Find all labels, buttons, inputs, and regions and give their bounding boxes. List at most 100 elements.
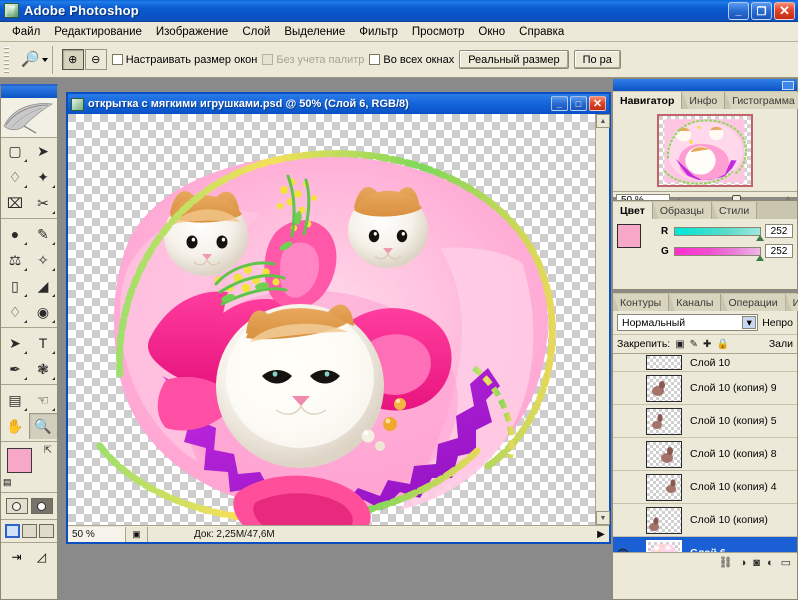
- table-row[interactable]: Слой 10 (копия): [613, 504, 797, 537]
- layers-list[interactable]: Слой 10 Слой 10 (копия) 9 Слой 10 (копия…: [613, 354, 797, 552]
- slice-tool-icon[interactable]: ✂: [29, 190, 57, 216]
- layer-name[interactable]: Слой 10 (копия) 9: [682, 382, 777, 394]
- standard-mode-icon[interactable]: [5, 498, 28, 514]
- options-bar-grip[interactable]: [4, 46, 9, 73]
- tab-info[interactable]: Инфо: [682, 92, 726, 109]
- foreground-color-swatch[interactable]: [7, 448, 32, 473]
- document-restore-button[interactable]: □: [570, 96, 587, 111]
- navigator-thumbnail-area[interactable]: [613, 109, 797, 191]
- document-minimize-button[interactable]: _: [551, 96, 568, 111]
- hand-tool-icon[interactable]: ✋: [1, 413, 29, 439]
- chevron-down-icon[interactable]: ▾: [742, 316, 757, 329]
- rectangular-marquee-tool-icon[interactable]: ▢: [1, 138, 29, 164]
- default-colors-icon[interactable]: ▤: [3, 477, 12, 488]
- zoom-level-field[interactable]: 50 %: [68, 526, 126, 542]
- menu-image[interactable]: Изображение: [149, 24, 235, 40]
- tab-styles[interactable]: Стили: [711, 202, 758, 219]
- tab-channels[interactable]: Каналы: [669, 294, 722, 311]
- tab-navigator[interactable]: Навигатор: [613, 92, 683, 109]
- notes-tool-icon[interactable]: ▤: [1, 387, 29, 413]
- layer-name[interactable]: Слой 10 (копия) 8: [682, 448, 777, 460]
- table-row[interactable]: Слой 10 (копия) 5: [613, 405, 797, 438]
- zoom-tool-icon[interactable]: 🔍: [29, 413, 57, 439]
- layer-thumbnail[interactable]: [646, 506, 682, 534]
- layer-mask-button[interactable]: ◙: [753, 557, 760, 569]
- channel-value-r[interactable]: 252: [765, 224, 793, 238]
- layer-thumbnail[interactable]: [646, 355, 682, 370]
- table-row[interactable]: Слой 10 (копия) 9: [613, 372, 797, 405]
- checkbox-box[interactable]: [111, 54, 123, 65]
- lock-image-pixels-icon[interactable]: ✎: [690, 339, 698, 350]
- color-foreground-swatch[interactable]: [617, 224, 641, 248]
- layer-name[interactable]: Слой 10 (копия) 4: [682, 481, 777, 493]
- type-tool-icon[interactable]: T: [29, 330, 57, 356]
- layer-name[interactable]: Слой 10 (копия): [682, 514, 768, 526]
- layer-name[interactable]: Слой 10 (копия) 5: [682, 415, 777, 427]
- brush-tool-icon[interactable]: ✎: [29, 221, 57, 247]
- menu-edit[interactable]: Редактирование: [47, 24, 149, 40]
- magic-wand-tool-icon[interactable]: ✦: [29, 164, 57, 190]
- new-group-button[interactable]: ▭: [781, 556, 791, 569]
- channel-value-g[interactable]: 252: [765, 244, 793, 258]
- scroll-down-icon[interactable]: ▼: [596, 511, 610, 525]
- scroll-up-icon[interactable]: ▲: [596, 114, 610, 128]
- tab-histogram[interactable]: Гистограмма: [725, 92, 798, 109]
- blur-tool-icon[interactable]: ♢: [1, 299, 29, 325]
- blend-mode-select[interactable]: Нормальный ▾: [617, 314, 759, 331]
- table-row[interactable]: Слой 10: [613, 354, 797, 372]
- chevron-down-icon[interactable]: [41, 57, 48, 62]
- restore-button[interactable]: ❐: [751, 2, 772, 20]
- swap-colors-icon[interactable]: ⇱: [44, 445, 52, 456]
- menu-window[interactable]: Окно: [471, 24, 512, 40]
- table-row[interactable]: 👁 Слой 6: [613, 537, 797, 552]
- play-arrow-icon[interactable]: ▶: [593, 529, 609, 540]
- adjustment-layer-button[interactable]: ◐: [767, 557, 774, 569]
- proof-icon[interactable]: ▣: [126, 526, 148, 542]
- quick-mask-mode-icon[interactable]: [30, 498, 53, 514]
- checkbox-resize-windows[interactable]: Настраивать размер окон: [111, 54, 257, 66]
- checkbox-box[interactable]: [369, 54, 381, 65]
- channel-slider-r[interactable]: [674, 226, 764, 241]
- navigator-palette-titlebar[interactable]: [613, 79, 797, 91]
- close-button[interactable]: ✕: [774, 2, 795, 20]
- document-titlebar[interactable]: открытка с мягкими игрушками.psd @ 50% (…: [68, 94, 609, 114]
- tab-paths[interactable]: Контуры: [613, 294, 670, 311]
- lasso-tool-icon[interactable]: ♢: [1, 164, 29, 190]
- layer-thumbnail[interactable]: [646, 473, 682, 501]
- layer-thumbnail[interactable]: [646, 539, 682, 552]
- full-screen-icon[interactable]: [38, 524, 54, 538]
- tab-history[interactable]: История: [785, 294, 798, 311]
- layer-style-button[interactable]: ◑: [740, 557, 747, 569]
- table-row[interactable]: Слой 10 (копия) 4: [613, 471, 797, 504]
- dodge-tool-icon[interactable]: ◉: [29, 299, 57, 325]
- full-screen-menubar-icon[interactable]: [21, 524, 37, 538]
- menu-layer[interactable]: Слой: [235, 24, 277, 40]
- menu-select[interactable]: Выделение: [277, 24, 352, 40]
- history-brush-tool-icon[interactable]: ✧: [29, 247, 57, 273]
- document-close-button[interactable]: ✕: [589, 96, 606, 111]
- slider-marker[interactable]: [756, 254, 764, 261]
- navigator-thumbnail[interactable]: [657, 113, 753, 187]
- actual-size-button[interactable]: Реальный размер: [459, 50, 569, 69]
- zoom-out-icon[interactable]: ⊖: [84, 49, 107, 70]
- lock-transparent-pixels-icon[interactable]: ▣: [675, 339, 684, 350]
- layer-visibility-toggle[interactable]: 👁: [613, 547, 633, 553]
- healing-brush-tool-icon[interactable]: ●: [1, 221, 29, 247]
- link-layers-button[interactable]: ⛓: [719, 556, 733, 569]
- gradient-tool-icon[interactable]: ◢: [29, 273, 57, 299]
- eyedropper-tool-icon[interactable]: ☜: [29, 387, 57, 413]
- menu-filter[interactable]: Фильтр: [352, 24, 405, 40]
- tab-actions[interactable]: Операции: [721, 294, 786, 311]
- checkbox-all-windows[interactable]: Во всех окнах: [369, 54, 454, 66]
- layer-name[interactable]: Слой 10: [682, 357, 730, 369]
- menu-file[interactable]: Файл: [5, 24, 47, 40]
- palette-minimize-button[interactable]: [782, 80, 794, 90]
- menu-view[interactable]: Просмотр: [405, 24, 472, 40]
- tab-color[interactable]: Цвет: [613, 202, 653, 219]
- canvas-vertical-scrollbar[interactable]: ▲ ▼: [595, 114, 610, 525]
- path-selection-tool-icon[interactable]: ➤: [1, 330, 29, 356]
- minimize-button[interactable]: _: [728, 2, 749, 20]
- move-tool-icon[interactable]: ➤: [29, 138, 57, 164]
- channel-slider-g[interactable]: [674, 246, 764, 261]
- toolbox-titlebar[interactable]: [1, 86, 57, 98]
